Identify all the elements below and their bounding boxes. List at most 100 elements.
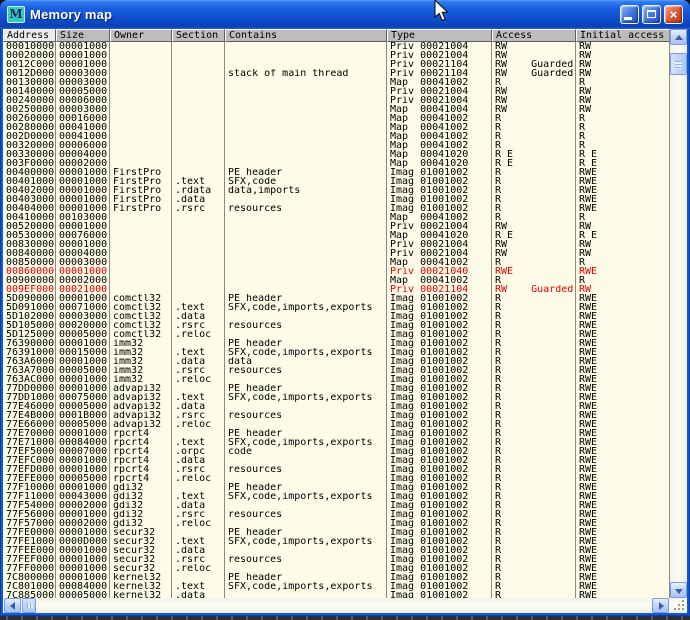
scroll-right-button[interactable] [652, 598, 669, 613]
table-row[interactable]: 0014000000005000Priv 00021004RWRW [3, 87, 670, 96]
table-row[interactable]: 763AC00000001000imm32.relocImag 01001002… [3, 375, 670, 384]
hscroll-thumb[interactable] [22, 598, 36, 613]
scroll-left-button[interactable] [4, 598, 21, 613]
titlebar[interactable]: M Memory map × [0, 0, 690, 29]
table-row[interactable]: 0083000000001000Priv 00021004RWRW [3, 240, 670, 249]
table-row[interactable]: 7639100000015000imm32.textSFX,code,impor… [3, 348, 670, 357]
table-cell: 00005000 [56, 87, 110, 96]
vscroll-thumb[interactable] [670, 53, 687, 75]
table-row[interactable]: 0040400000001000FirstPro.rsrcresourcesIm… [3, 204, 670, 213]
table-row[interactable]: 0013000000003000Map 00041002RR [3, 78, 670, 87]
column-header-size[interactable]: Size [56, 29, 110, 42]
table-row[interactable]: 77DD100000075000advapi32.textSFX,code,im… [3, 393, 670, 402]
table-cell: R [492, 492, 576, 501]
table-row[interactable]: 0086000000001000Priv 00021040RWERWE [3, 267, 670, 276]
table-cell: 00001000 [56, 564, 110, 573]
column-header-initial-access[interactable]: Initial access [576, 29, 670, 42]
resize-grip[interactable] [670, 598, 687, 613]
table-row[interactable]: 0024000000006000Priv 00021004RWRW [3, 96, 670, 105]
table-row[interactable]: 7639000000001000imm32PE headerImag 01001… [3, 339, 670, 348]
table-cell: RW [576, 87, 670, 96]
table-cell: RW [576, 60, 670, 69]
table-row[interactable]: 763A600000001000imm32.datadataImag 01001… [3, 357, 670, 366]
table-row[interactable]: 77FEE00000001000secur32.dataImag 0100100… [3, 546, 670, 555]
scroll-down-button[interactable] [670, 582, 687, 598]
table-row[interactable]: 0052000000001000Priv 00021004RWRW [3, 222, 670, 231]
column-header-contains[interactable]: Contains [225, 29, 387, 42]
table-cell: 5D125000 [3, 330, 56, 339]
vertical-scrollbar[interactable] [670, 29, 687, 598]
table-row[interactable]: 77E7000000001000rpcrt4PE headerImag 0100… [3, 429, 670, 438]
table-row[interactable]: 0084000000004000Priv 00021004RWRW [3, 249, 670, 258]
maximize-button[interactable] [642, 5, 661, 24]
table-row[interactable]: 5D10200000003000comctl32.dataImag 010010… [3, 312, 670, 321]
table-row[interactable]: 77FE10000000D000secur32.textSFX,code,imp… [3, 537, 670, 546]
app-icon[interactable]: M [7, 6, 25, 23]
table-row[interactable]: 77FF000000001000secur32.relocImag 010010… [3, 564, 670, 573]
table-row[interactable]: 0025000000003000Map 00041004RWRW [3, 105, 670, 114]
table-row[interactable]: 77E4600000005000advapi32.dataImag 010010… [3, 402, 670, 411]
table-row[interactable]: 5D09100000071000comctl32.textSFX,code,im… [3, 303, 670, 312]
table-row[interactable]: 7C88500000005000kernel32.dataImag 010010… [3, 591, 670, 598]
table-row[interactable]: 0026000000016000Map 00041002RR [3, 114, 670, 123]
table-cell: .reloc [172, 564, 225, 573]
table-cell [225, 312, 387, 321]
table-row[interactable]: 0040300000001000FirstPro.dataImag 010010… [3, 195, 670, 204]
table-cell: 00041000 [56, 123, 110, 132]
table-cell: RWE [576, 168, 670, 177]
table-row[interactable]: 763A700000005000imm32.rsrcresourcesImag … [3, 366, 670, 375]
table-row[interactable]: 77EFE00000005000rpcrt4.relocImag 0100100… [3, 474, 670, 483]
column-header-type[interactable]: Type [387, 29, 492, 42]
minimize-button[interactable] [620, 5, 639, 24]
table-cell [110, 105, 172, 114]
table-row[interactable]: 77F5400000002000gdi32.dataImag 01001002R… [3, 501, 670, 510]
table-row[interactable]: 0001000000001000Priv 00021004RWRW [3, 42, 670, 51]
table-row[interactable]: 0053000000076000Map 00041020R ER E [3, 231, 670, 240]
table-row[interactable]: 0040200000001000FirstPro.rdatadata,impor… [3, 186, 670, 195]
table-row[interactable]: 5D09000000001000comctl32PE headerImag 01… [3, 294, 670, 303]
table-row[interactable]: 003F000000002000Map 00041020R ER E [3, 159, 670, 168]
table-row[interactable]: 0002000000001000Priv 00021004RWRW [3, 51, 670, 60]
table-row[interactable]: 7C80100000084000kernel32.textSFX,code,im… [3, 582, 670, 591]
table-row[interactable]: 77F1100000043000gdi32.textSFX,code,impor… [3, 492, 670, 501]
table-row[interactable]: 77E6600000005000advapi32.relocImag 01001… [3, 420, 670, 429]
table-row[interactable]: 77DD000000001000advapi32PE headerImag 01… [3, 384, 670, 393]
table-cell: R [492, 276, 576, 285]
table-row[interactable]: 5D12500000005000comctl32.relocImag 01001… [3, 330, 670, 339]
table-row[interactable]: 5D10500000020000comctl32.rsrcresourcesIm… [3, 321, 670, 330]
table-row[interactable]: 0040000000001000FirstProPE headerImag 01… [3, 168, 670, 177]
table-cell: RWE [576, 519, 670, 528]
table-row[interactable]: 77E7100000084000rpcrt4.textSFX,code,impo… [3, 438, 670, 447]
table-row[interactable]: 77FEF00000001000secur32.rsrcresourcesIma… [3, 555, 670, 564]
column-header-access[interactable]: Access [492, 29, 576, 42]
scroll-up-button[interactable] [670, 29, 687, 45]
table-row[interactable]: 0085000000003000Map 00041002RR [3, 258, 670, 267]
table-row[interactable]: 77F5600000001000gdi32.rsrcresourcesImag … [3, 510, 670, 519]
table-row[interactable]: 009EF00000021000Priv 00021104RW GuardedR… [3, 285, 670, 294]
table-cell: Map 00041002 [387, 213, 492, 222]
table-row[interactable]: 0012C00000001000Priv 00021104RW GuardedR… [3, 60, 670, 69]
table-row[interactable]: 0032000000006000Map 00041002RR [3, 141, 670, 150]
table-cell: 00001000 [56, 429, 110, 438]
table-row[interactable]: 0012D00000003000stack of main threadPriv… [3, 69, 670, 78]
table-row[interactable]: 0041000000103000Map 00041002RR [3, 213, 670, 222]
table-row[interactable]: 77EFD00000001000rpcrt4.rsrcresourcesImag… [3, 465, 670, 474]
column-header-address[interactable]: Address [3, 29, 56, 42]
table-row[interactable]: 0033000000004000Map 00041020R ER E [3, 150, 670, 159]
table-row[interactable]: 002D000000041000Map 00041002RR [3, 132, 670, 141]
table-row[interactable]: 0028000000041000Map 00041002RR [3, 123, 670, 132]
table-row[interactable]: 77EFC00000001000rpcrt4.dataImag 01001002… [3, 456, 670, 465]
close-button[interactable]: × [664, 5, 683, 24]
table-row[interactable]: 77EF500000007000rpcrt4.orpccodeImag 0100… [3, 447, 670, 456]
column-header-section[interactable]: Section [172, 29, 225, 42]
table-row[interactable]: 7C80000000001000kernel32PE headerImag 01… [3, 573, 670, 582]
horizontal-scrollbar[interactable] [3, 598, 687, 613]
table-row[interactable]: 0040100000001000FirstPro.textSFX,codeIma… [3, 177, 670, 186]
table-cell: RW [492, 222, 576, 231]
table-row[interactable]: 77F1000000001000gdi32PE headerImag 01001… [3, 483, 670, 492]
table-row[interactable]: 77E4B0000001B000advapi32.rsrcresourcesIm… [3, 411, 670, 420]
table-row[interactable]: 77F5700000002000gdi32.relocImag 01001002… [3, 519, 670, 528]
column-header-owner[interactable]: Owner [110, 29, 172, 42]
table-row[interactable]: 77FE000000001000secur32PE headerImag 010… [3, 528, 670, 537]
table-row[interactable]: 0090000000002000Map 00041002RR [3, 276, 670, 285]
